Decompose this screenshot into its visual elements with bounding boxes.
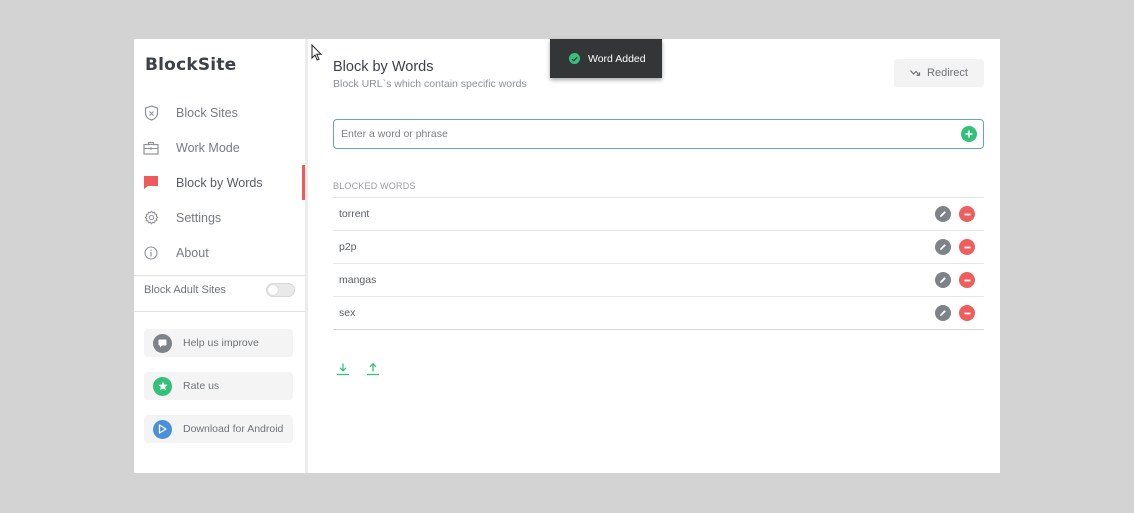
chat-bubble-icon: [143, 175, 159, 191]
edit-word-button[interactable]: [935, 272, 951, 288]
list-item: mangas: [333, 264, 984, 297]
plus-icon: [965, 130, 973, 138]
sidebar-item-label: Settings: [176, 210, 222, 225]
pencil-icon: [940, 277, 946, 283]
sidebar-item-block-sites[interactable]: Block Sites: [134, 95, 305, 130]
list-item: torrent: [333, 198, 984, 231]
sidebar-item-settings[interactable]: Settings: [134, 200, 305, 235]
app-window: BlockSite Block Sites Work Mode Block by…: [134, 39, 1000, 473]
edit-word-button[interactable]: [935, 305, 951, 321]
word-input[interactable]: [341, 120, 941, 148]
download-android-button[interactable]: Download for Android: [144, 415, 293, 443]
pencil-icon: [940, 211, 946, 217]
block-adult-sites-label: Block Adult Sites: [144, 284, 226, 296]
divider: [134, 275, 305, 276]
block-adult-sites-toggle[interactable]: [266, 283, 295, 297]
pencil-icon: [940, 244, 946, 250]
rate-us-label: Rate us: [183, 380, 220, 392]
import-export-controls: [336, 362, 380, 376]
download-android-label: Download for Android: [183, 423, 284, 435]
page-title: Block by Words: [333, 59, 434, 75]
download-icon[interactable]: [336, 362, 350, 376]
info-icon: [143, 245, 159, 261]
divider: [134, 311, 305, 312]
sidebar-item-label: Block Sites: [176, 105, 238, 120]
blocked-word: mangas: [339, 274, 377, 286]
minus-icon: [964, 312, 970, 314]
sidebar-item-about[interactable]: About: [134, 235, 305, 270]
sidebar-item-label: About: [176, 245, 209, 260]
mouse-cursor-icon: [311, 43, 323, 66]
sidebar-item-label: Work Mode: [176, 140, 240, 155]
delete-word-button[interactable]: [959, 206, 975, 222]
sidebar-divider: [305, 39, 308, 473]
main-content: Block by Words Block URL`s which contain…: [333, 39, 984, 473]
blocked-words-list: torrent p2p mangas sex: [333, 197, 984, 330]
check-icon: [569, 53, 580, 64]
edit-word-button[interactable]: [935, 239, 951, 255]
redirect-label: Redirect: [927, 67, 968, 79]
help-us-improve-label: Help us improve: [183, 337, 259, 349]
redirect-button[interactable]: Redirect: [894, 59, 984, 87]
sidebar-item-label: Block by Words: [176, 175, 263, 190]
app-logo: BlockSite: [145, 55, 237, 75]
sidebar-nav: Block Sites Work Mode Block by Words Set…: [134, 95, 305, 270]
delete-word-button[interactable]: [959, 272, 975, 288]
play-icon: [153, 419, 172, 439]
add-word-button[interactable]: [961, 126, 977, 142]
pencil-icon: [940, 310, 946, 316]
word-input-container: [333, 119, 984, 149]
minus-icon: [964, 279, 970, 281]
blocked-words-header: BLOCKED WORDS: [333, 181, 416, 191]
block-adult-sites-row: Block Adult Sites: [144, 283, 295, 297]
page-subtitle: Block URL`s which contain specific words: [333, 78, 527, 90]
blocked-word: p2p: [339, 241, 357, 253]
edit-word-button[interactable]: [935, 206, 951, 222]
list-item: p2p: [333, 231, 984, 264]
list-item: sex: [333, 297, 984, 330]
delete-word-button[interactable]: [959, 305, 975, 321]
sidebar-item-block-by-words[interactable]: Block by Words: [134, 165, 305, 200]
gear-icon: [143, 210, 159, 226]
blocked-word: torrent: [339, 208, 370, 220]
sidebar: BlockSite Block Sites Work Mode Block by…: [134, 39, 305, 473]
rate-us-button[interactable]: Rate us: [144, 372, 293, 400]
blocked-word: sex: [339, 307, 356, 319]
help-us-improve-button[interactable]: Help us improve: [144, 329, 293, 357]
chat-icon: [153, 333, 172, 353]
delete-word-button[interactable]: [959, 239, 975, 255]
minus-icon: [964, 213, 970, 215]
upload-icon[interactable]: [366, 362, 380, 376]
sidebar-item-work-mode[interactable]: Work Mode: [134, 130, 305, 165]
briefcase-icon: [143, 140, 159, 156]
redirect-arrow-icon: [910, 69, 921, 77]
minus-icon: [964, 246, 970, 248]
shield-icon: [143, 104, 159, 121]
toast-text: Word Added: [588, 52, 646, 65]
star-icon: [153, 376, 172, 396]
toast-notification: Word Added: [550, 39, 662, 78]
toggle-knob: [268, 285, 278, 295]
